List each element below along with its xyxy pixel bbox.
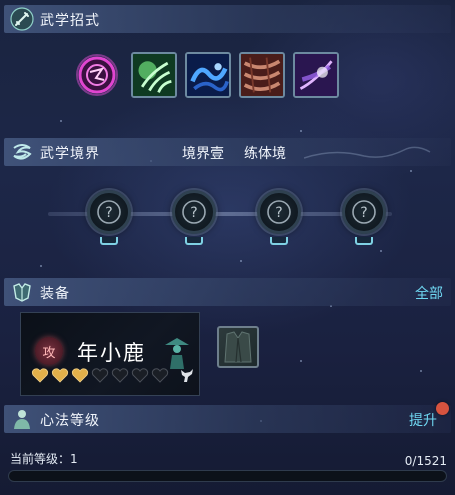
sword-icon [10,7,34,31]
section-title: 武学招式 [40,13,100,29]
attack-type-badge: 攻 [35,337,63,365]
pet-companion-icon [181,369,193,382]
martial-realm-header: 武学境界 境界壹 练体境 [4,138,451,166]
violet-strike-skill-icon[interactable] [293,52,339,98]
swirl-icon [10,140,34,164]
section-title: 武学境界 [40,146,100,162]
realm-stage: 练体境 [244,146,286,162]
node-symbol: ? [105,205,112,221]
heart-empty-icon [111,368,129,383]
heart-filled-icon [31,368,49,383]
equipment-header: 装备 全部 [4,278,451,306]
purple-sigil-skill-icon[interactable] [74,52,120,98]
realm-node-2[interactable]: ? [172,190,216,234]
blue-serpent-skill-icon[interactable] [185,52,231,98]
realm-node-1[interactable]: ? [87,190,131,234]
realm-level: 境界壹 [182,146,224,162]
realm-node-3[interactable]: ? [257,190,301,234]
realm-node-4-base [355,237,373,245]
upgrade-button[interactable]: 提升 [409,410,437,430]
decorative-cloud-ornament [304,146,431,159]
locked-swirl-icon: ? [97,200,121,224]
red-chain-skill-icon[interactable] [239,52,285,98]
martial-moves-header: 武学招式 [4,5,451,33]
character-figure-icon [165,338,189,369]
notification-dot [436,402,449,415]
locked-swirl-icon: ? [182,200,206,224]
realm-node-1-base [100,237,118,245]
heart-empty-icon [131,368,149,383]
section-title: 装备 [40,286,70,302]
rating-hearts [31,367,169,383]
level-progress-text: 0/1521 [404,454,447,468]
character-name: 年小鹿 [77,341,146,365]
heart-empty-icon [151,368,169,383]
realm-node-3-base [270,237,288,245]
realm-node-4[interactable]: ? [342,190,386,234]
realm-node-2-base [185,237,203,245]
character-card[interactable]: 攻 年小鹿 [20,312,200,396]
robe-icon [224,331,252,363]
mind-method-header: 心法等级 提升 [4,405,451,433]
heart-empty-icon [91,368,109,383]
view-all-button[interactable]: 全部 [415,283,443,303]
locked-swirl-icon: ? [352,200,376,224]
node-symbol: ? [275,205,282,221]
monk-icon [10,407,34,431]
green-claw-skill-icon[interactable] [131,52,177,98]
armor-icon [10,280,34,304]
node-symbol: ? [190,205,197,221]
level-progress-bar [8,470,447,482]
heart-filled-icon [51,368,69,383]
heart-filled-icon [71,368,89,383]
equipment-slot[interactable] [217,326,259,368]
current-level-label: 当前等级：1 [10,452,78,466]
section-title: 心法等级 [40,413,100,429]
locked-swirl-icon: ? [267,200,291,224]
node-symbol: ? [360,205,367,221]
